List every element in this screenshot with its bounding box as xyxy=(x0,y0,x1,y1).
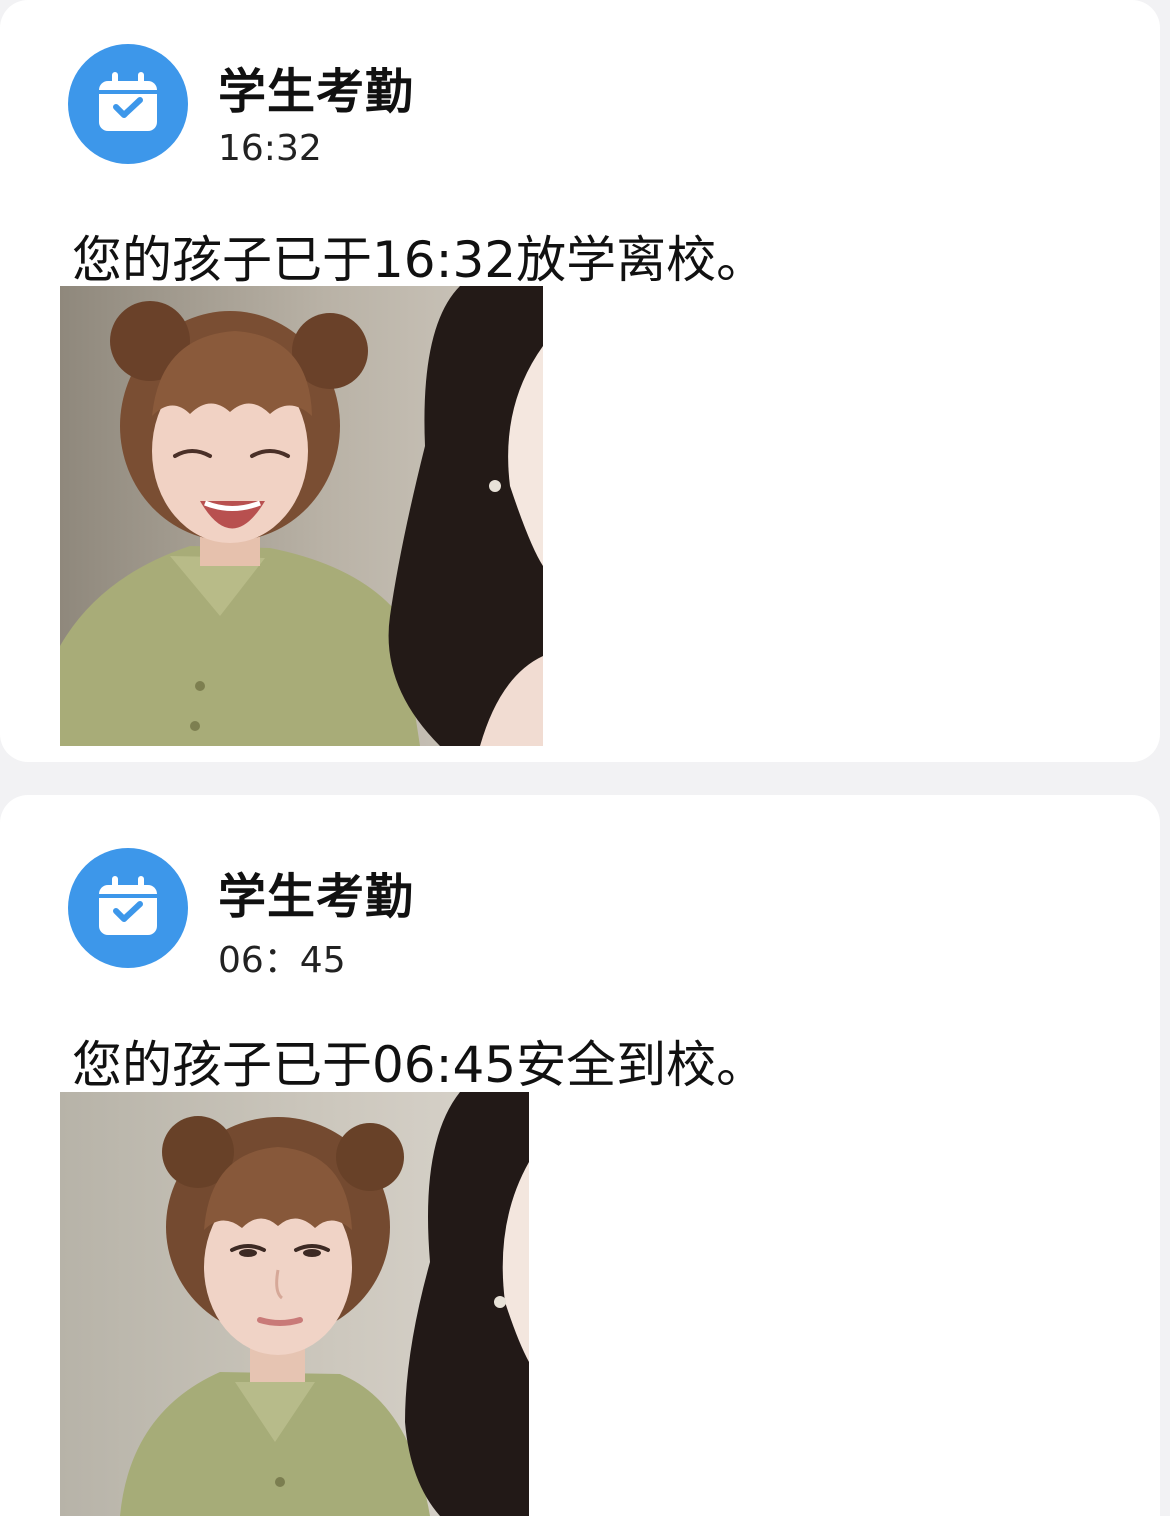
app-avatar xyxy=(68,44,188,164)
attendance-message: 您的孩子已于06:45安全到校。 xyxy=(72,1036,767,1094)
attendance-card[interactable]: 学生考勤 06：45 您的孩子已于06:45安全到校。 xyxy=(0,795,1160,1516)
attendance-card[interactable]: 学生考勤 16:32 您的孩子已于16:32放学离校。 xyxy=(0,0,1160,762)
attendance-message: 您的孩子已于16:32放学离校。 xyxy=(72,231,767,289)
calendar-check-icon xyxy=(99,876,157,935)
notification-time: 06：45 xyxy=(218,940,346,981)
student-photo[interactable] xyxy=(60,286,543,746)
sender-name: 学生考勤 xyxy=(218,869,415,925)
calendar-check-icon xyxy=(99,72,157,131)
student-photo[interactable] xyxy=(60,1092,529,1516)
attendance-feed: 学生考勤 16:32 您的孩子已于16:32放学离校。 学生考勤 06：45 您… xyxy=(0,0,1170,1516)
notification-time: 16:32 xyxy=(218,128,322,169)
app-avatar xyxy=(68,848,188,968)
sender-name: 学生考勤 xyxy=(218,64,415,120)
